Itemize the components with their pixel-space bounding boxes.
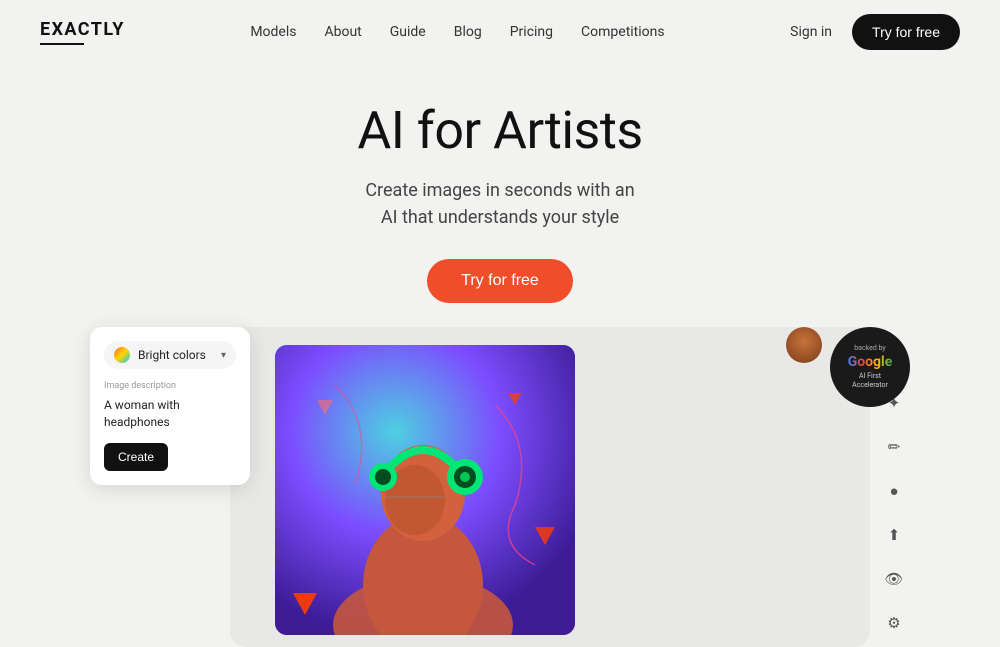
art-svg xyxy=(275,345,575,635)
art-canvas xyxy=(275,345,575,635)
logo[interactable]: EXACTLY xyxy=(40,19,125,45)
nav-link-blog[interactable]: Blog xyxy=(454,24,482,40)
create-button[interactable]: Create xyxy=(104,443,168,471)
nav-actions: Sign in Try for free xyxy=(790,14,960,50)
hero-subtitle: Create images in seconds with an AI that… xyxy=(0,177,1000,231)
navbar: EXACTLY Models About Guide Blog Pricing … xyxy=(0,0,1000,64)
tool-panel: ✦ ✏ ● ⬆ 👁 ⚙ xyxy=(878,387,910,639)
model-selector[interactable]: Bright colors ▾ xyxy=(104,341,236,369)
google-badge-name: Google xyxy=(848,353,893,371)
model-dot-icon xyxy=(114,347,130,363)
google-badge-backed: backed by xyxy=(854,344,885,353)
tool-dot-icon[interactable]: ● xyxy=(878,475,910,507)
avatar-image xyxy=(786,327,822,363)
tool-settings-icon[interactable]: ⚙ xyxy=(878,607,910,639)
try-free-nav-button[interactable]: Try for free xyxy=(852,14,960,50)
tool-pen-icon[interactable]: ✏ xyxy=(878,431,910,463)
sign-in-link[interactable]: Sign in xyxy=(790,24,832,40)
demo-area: backed by Google AI First Accelerator Br… xyxy=(90,327,910,647)
try-free-hero-button[interactable]: Try for free xyxy=(427,259,573,303)
model-name: Bright colors xyxy=(138,348,213,362)
nav-link-models[interactable]: Models xyxy=(250,24,296,40)
brand-name: EXACTLY xyxy=(40,19,125,40)
ui-panel: Bright colors ▾ Image description A woma… xyxy=(90,327,250,485)
hero-section: AI for Artists Create images in seconds … xyxy=(0,64,1000,327)
nav-link-about[interactable]: About xyxy=(324,24,361,40)
image-description-label: Image description xyxy=(104,381,236,391)
hero-subtitle-line1: Create images in seconds with an xyxy=(365,180,634,201)
model-chevron-icon: ▾ xyxy=(221,350,226,361)
tool-eye-icon[interactable]: 👁 xyxy=(878,563,910,595)
image-description-text[interactable]: A woman with headphones xyxy=(104,397,236,431)
logo-underline xyxy=(40,43,84,45)
nav-links: Models About Guide Blog Pricing Competit… xyxy=(250,24,664,40)
tool-upload-icon[interactable]: ⬆ xyxy=(878,519,910,551)
hero-title: AI for Artists xyxy=(0,100,1000,161)
google-badge-ai-first: AI First xyxy=(859,372,881,381)
user-avatar[interactable] xyxy=(786,327,822,363)
hero-subtitle-line2: AI that understands your style xyxy=(381,207,619,228)
nav-link-competitions[interactable]: Competitions xyxy=(581,24,665,40)
nav-link-guide[interactable]: Guide xyxy=(390,24,426,40)
nav-link-pricing[interactable]: Pricing xyxy=(510,24,553,40)
tool-magic-icon[interactable]: ✦ xyxy=(878,387,910,419)
art-canvas-inner xyxy=(275,345,575,635)
